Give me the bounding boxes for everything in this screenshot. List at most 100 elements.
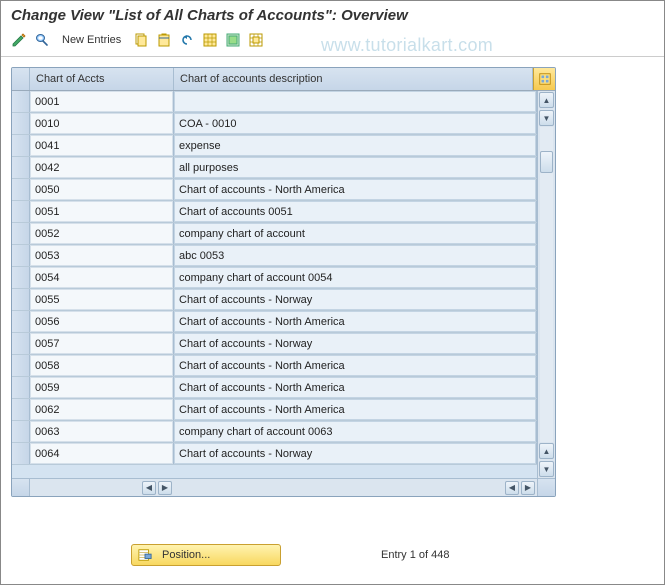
table-row	[12, 289, 537, 311]
cell-desc-input[interactable]	[174, 223, 536, 244]
table-row	[12, 91, 537, 113]
footer: Position... Entry 1 of 448	[1, 544, 664, 566]
cell-desc-input[interactable]	[174, 201, 536, 222]
cell-desc-input[interactable]	[174, 333, 536, 354]
cell-desc-input[interactable]	[174, 157, 536, 178]
table-row	[12, 201, 537, 223]
hscroll-right-2-icon[interactable]: ▶	[521, 481, 535, 495]
cell-code-input[interactable]	[30, 113, 173, 134]
row-selector[interactable]	[12, 267, 30, 288]
cell-desc-input[interactable]	[174, 135, 536, 156]
position-icon	[138, 548, 152, 562]
row-selector[interactable]	[12, 91, 30, 112]
cell-code-input[interactable]	[30, 333, 173, 354]
row-selector[interactable]	[12, 113, 30, 134]
row-selector[interactable]	[12, 443, 30, 464]
column-header-desc[interactable]: Chart of accounts description	[174, 68, 533, 90]
cell-code-input[interactable]	[30, 311, 173, 332]
position-label: Position...	[162, 549, 210, 561]
cell-code-input[interactable]	[30, 135, 173, 156]
cell-desc-input[interactable]	[174, 421, 536, 442]
row-selector[interactable]	[12, 377, 30, 398]
page-title: Change View "List of All Charts of Accou…	[1, 1, 664, 28]
cell-desc-input[interactable]	[174, 267, 536, 288]
scroll-down-icon[interactable]: ▼	[539, 461, 554, 477]
table-row	[12, 135, 537, 157]
table-row	[12, 113, 537, 135]
table-rows	[12, 91, 537, 478]
cell-code-input[interactable]	[30, 421, 173, 442]
cell-desc-input[interactable]	[174, 399, 536, 420]
entry-counter: Entry 1 of 448	[381, 549, 450, 561]
cell-desc-input[interactable]	[174, 245, 536, 266]
row-selector[interactable]	[12, 223, 30, 244]
table-row	[12, 333, 537, 355]
table-row	[12, 245, 537, 267]
cell-code-input[interactable]	[30, 443, 173, 464]
table-row	[12, 421, 537, 443]
undo-change-icon[interactable]	[177, 30, 197, 50]
copy-as-icon[interactable]	[131, 30, 151, 50]
scroll-thumb[interactable]	[540, 151, 553, 173]
row-selector[interactable]	[12, 289, 30, 310]
new-entries-button[interactable]: New Entries	[55, 30, 128, 50]
cell-code-input[interactable]	[30, 179, 173, 200]
cell-desc-input[interactable]	[174, 179, 536, 200]
table-row	[12, 157, 537, 179]
horizontal-scrollbar[interactable]: ◀ ▶ ◀ ▶	[30, 479, 537, 496]
scroll-up-icon[interactable]: ▲	[539, 92, 554, 108]
cell-code-input[interactable]	[30, 355, 173, 376]
cell-desc-input[interactable]	[174, 443, 536, 464]
scroll-track[interactable]	[540, 127, 553, 442]
deselect-all-icon[interactable]	[246, 30, 266, 50]
row-selector[interactable]	[12, 157, 30, 178]
row-selector-header[interactable]	[12, 68, 30, 90]
cell-code-input[interactable]	[30, 245, 173, 266]
table-settings-icon[interactable]	[533, 68, 555, 90]
table: Chart of Accts Chart of accounts descrip…	[11, 67, 556, 497]
hscroll-left-1-icon[interactable]: ◀	[142, 481, 156, 495]
scroll-up-step-icon[interactable]: ▲	[539, 443, 554, 459]
column-header-code[interactable]: Chart of Accts	[30, 68, 174, 90]
scroll-down-step-icon[interactable]: ▼	[539, 110, 554, 126]
select-all-icon[interactable]	[200, 30, 220, 50]
cell-desc-input[interactable]	[174, 91, 536, 112]
cell-desc-input[interactable]	[174, 311, 536, 332]
cell-code-input[interactable]	[30, 201, 173, 222]
table-row	[12, 311, 537, 333]
delete-icon[interactable]	[154, 30, 174, 50]
table-row	[12, 179, 537, 201]
vertical-scrollbar[interactable]: ▲ ▼ ▲ ▼	[537, 91, 555, 478]
table-row	[12, 223, 537, 245]
find-icon[interactable]	[32, 30, 52, 50]
cell-code-input[interactable]	[30, 267, 173, 288]
cell-desc-input[interactable]	[174, 377, 536, 398]
cell-code-input[interactable]	[30, 289, 173, 310]
row-selector[interactable]	[12, 355, 30, 376]
toggle-display-change-icon[interactable]	[9, 30, 29, 50]
row-selector[interactable]	[12, 245, 30, 266]
cell-code-input[interactable]	[30, 223, 173, 244]
hscroll-right-1-icon[interactable]: ▶	[158, 481, 172, 495]
table-row	[12, 443, 537, 465]
cell-code-input[interactable]	[30, 399, 173, 420]
row-selector[interactable]	[12, 135, 30, 156]
row-selector[interactable]	[12, 311, 30, 332]
row-selector[interactable]	[12, 201, 30, 222]
cell-desc-input[interactable]	[174, 113, 536, 134]
cell-desc-input[interactable]	[174, 355, 536, 376]
row-selector[interactable]	[12, 421, 30, 442]
cell-code-input[interactable]	[30, 377, 173, 398]
table-row	[12, 267, 537, 289]
cell-code-input[interactable]	[30, 91, 173, 112]
hscroll-left-2-icon[interactable]: ◀	[505, 481, 519, 495]
select-block-icon[interactable]	[223, 30, 243, 50]
row-selector[interactable]	[12, 399, 30, 420]
table-row	[12, 355, 537, 377]
position-button[interactable]: Position...	[131, 544, 281, 566]
row-selector[interactable]	[12, 333, 30, 354]
table-row	[12, 399, 537, 421]
cell-desc-input[interactable]	[174, 289, 536, 310]
cell-code-input[interactable]	[30, 157, 173, 178]
row-selector[interactable]	[12, 179, 30, 200]
